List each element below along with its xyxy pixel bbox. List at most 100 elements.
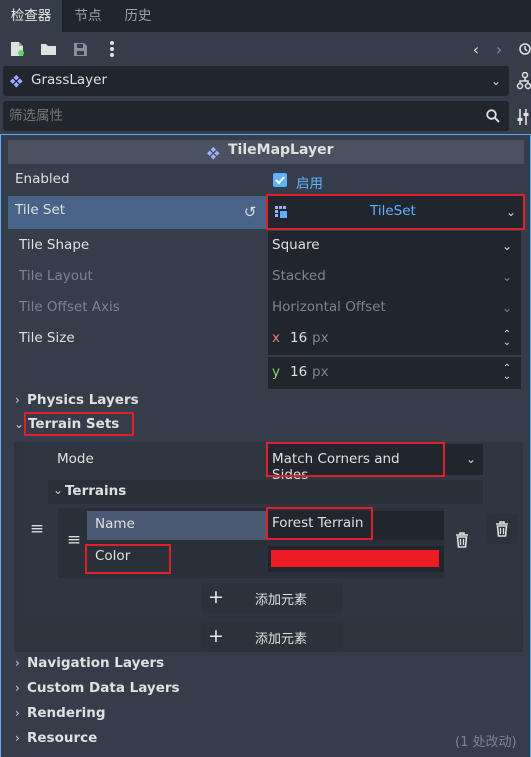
enabled-checkbox-label: 启用 [296, 176, 323, 192]
tile-size-x-unit: px [312, 330, 329, 346]
section-resource-label: Resource [27, 730, 98, 746]
terrain-color-picker[interactable] [268, 546, 444, 572]
spinner-icon[interactable]: ⌃ ⌄ [500, 330, 514, 348]
section-custom-data-layers-label: Custom Data Layers [27, 680, 180, 696]
page-title: TileMapLayer [228, 142, 334, 158]
drag-handle-icon[interactable]: ≡ [29, 519, 45, 539]
terrain-name-label: Name [95, 516, 135, 532]
tile-offset-axis-label: Tile Offset Axis [19, 299, 120, 315]
search-icon [485, 107, 501, 125]
chevron-right-icon: › [15, 393, 20, 407]
new-resource-icon[interactable] [8, 40, 26, 58]
resource-change-count: (1 处改动) [455, 735, 517, 750]
section-terrain-sets[interactable]: ⌄ Terrain Sets [8, 412, 524, 438]
terrains-label: Terrains [65, 483, 127, 499]
section-rendering-label: Rendering [27, 705, 106, 721]
section-custom-data-layers[interactable]: › Custom Data Layers [8, 679, 524, 701]
back-icon[interactable]: ‹ [468, 40, 484, 59]
plus-icon: + [208, 586, 224, 608]
tile-size-label: Tile Size [19, 330, 75, 346]
section-terrain-sets-label: Terrain Sets [23, 412, 135, 436]
chevron-right-icon: › [15, 706, 20, 720]
tile-layout-label: Tile Layout [19, 268, 93, 284]
tile-shape-label: Tile Shape [19, 237, 90, 253]
class-header: TileMapLayer [8, 140, 524, 164]
tile-size-y-unit: px [312, 364, 329, 380]
plus-icon: + [208, 625, 224, 647]
terrain-color-label: Color [85, 544, 171, 574]
drag-handle-icon[interactable]: ≡ [66, 530, 82, 550]
tile-set-row: Tile Set ↺ [8, 196, 267, 229]
more-options-icon[interactable] [104, 39, 120, 59]
tile-size-y-value: 16 [290, 364, 308, 380]
tile-set-value: TileSet [370, 203, 416, 219]
chevron-down-icon: ⌄ [501, 239, 513, 253]
mode-select[interactable]: Match Corners and Sides ⌄ [266, 442, 483, 483]
terrain-name-row: Name [87, 511, 266, 540]
mode-value: Match Corners and Sides [266, 442, 445, 483]
chevron-down-icon: ⌄ [490, 74, 502, 88]
tab-inspector[interactable]: 检查器 [0, 0, 62, 32]
add-terrain-set-label: 添加元素 [255, 632, 308, 647]
chevron-right-icon: › [15, 731, 20, 745]
x-axis-label: x [272, 330, 280, 346]
enabled-label: Enabled [15, 171, 70, 187]
tile-layout-value: Stacked [272, 268, 326, 284]
color-swatch [271, 550, 439, 567]
tile-size-y-field[interactable]: y 16 px ⌃ ⌄ [268, 357, 521, 389]
revert-icon[interactable]: ↺ [242, 203, 258, 221]
tile-size-x-field[interactable]: x 16 px ⌃ ⌄ [268, 323, 521, 355]
section-navigation-layers[interactable]: › Navigation Layers [8, 654, 524, 676]
tab-history[interactable]: 历史 [112, 0, 164, 32]
mode-label: Mode [57, 451, 94, 467]
section-physics-layers-label: Physics Layers [27, 392, 139, 408]
spinner-icon[interactable]: ⌃ ⌄ [500, 364, 514, 382]
y-axis-label: y [272, 364, 280, 380]
section-rendering[interactable]: › Rendering [8, 704, 524, 726]
add-terrain-button[interactable]: + 添加元素 [201, 583, 343, 613]
terrains-header[interactable]: ⌄ Terrains [48, 480, 483, 504]
tile-set-picker[interactable]: TileSet ⌄ [266, 194, 525, 230]
enabled-checkbox[interactable] [273, 173, 287, 187]
open-folder-icon[interactable] [38, 40, 58, 58]
add-terrain-label: 添加元素 [255, 593, 308, 608]
filter-properties[interactable] [3, 101, 509, 131]
add-terrain-set-button[interactable]: + 添加元素 [201, 622, 343, 652]
history-icon[interactable] [517, 40, 531, 58]
tile-offset-axis-value: Horizontal Offset [272, 299, 386, 315]
tab-bar: 检查器 节点 历史 [0, 0, 531, 32]
terrain-name-value: Forest Terrain [266, 507, 373, 540]
chevron-down-icon: ⌄ [53, 483, 64, 497]
node-selector[interactable]: GrassLayer ⌄ [3, 66, 509, 96]
node-tree-icon[interactable] [516, 70, 531, 92]
node-name: GrassLayer [31, 72, 107, 88]
tilemap-node-icon [9, 73, 25, 89]
tileset-resource-icon [273, 204, 289, 220]
filter-input[interactable] [9, 105, 469, 127]
tilemap-layer-icon [206, 145, 222, 161]
chevron-down-icon: ⌄ [501, 270, 513, 284]
delete-terrain-set-button[interactable] [487, 514, 517, 544]
tools-icon[interactable] [516, 106, 531, 128]
chevron-right-icon: › [15, 681, 20, 695]
save-icon[interactable] [71, 40, 89, 58]
chevron-down-icon: ⌄ [501, 301, 513, 315]
tile-offset-axis-select: Horizontal Offset ⌄ [268, 293, 521, 324]
section-navigation-layers-label: Navigation Layers [27, 655, 165, 671]
chevron-down-icon: ⌄ [14, 417, 25, 431]
section-resource[interactable]: › Resource (1 处改动) [8, 729, 524, 751]
chevron-right-icon: › [15, 656, 20, 670]
trash-icon [495, 521, 509, 537]
forward-icon[interactable]: › [491, 40, 507, 59]
tile-layout-select: Stacked ⌄ [268, 262, 521, 293]
terrain-name-field[interactable]: Forest Terrain [266, 507, 444, 540]
tile-shape-select[interactable]: Square ⌄ [268, 231, 521, 262]
tile-set-label: Tile Set [15, 202, 66, 218]
tile-shape-value: Square [272, 237, 320, 253]
chevron-down-icon: ⌄ [505, 205, 517, 219]
tab-node[interactable]: 节点 [64, 0, 112, 32]
trash-icon[interactable] [452, 529, 472, 551]
toolbar: ‹ › [0, 32, 531, 66]
section-physics-layers[interactable]: › Physics Layers [8, 390, 524, 412]
chevron-down-icon: ⌄ [465, 452, 477, 466]
